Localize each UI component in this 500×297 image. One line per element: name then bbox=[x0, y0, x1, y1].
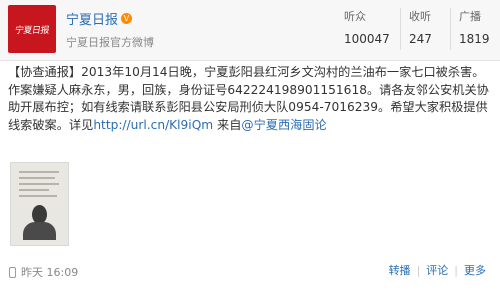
document-line bbox=[19, 195, 57, 197]
document-line bbox=[19, 189, 49, 191]
stat-listeners[interactable]: 听众 100047 bbox=[336, 8, 400, 50]
post-image-thumbnail[interactable] bbox=[10, 162, 69, 246]
mobile-icon bbox=[9, 266, 16, 278]
post-footer: 昨天 16:09 转播 | 评论 | 更多 bbox=[0, 256, 500, 297]
document-line bbox=[19, 177, 55, 179]
post-link[interactable]: http://url.cn/Kl9iQm bbox=[93, 118, 213, 132]
account-description: 宁夏日报官方微博 bbox=[66, 36, 154, 49]
account-name[interactable]: 宁夏日报 bbox=[66, 9, 118, 28]
more-button[interactable]: 更多 bbox=[458, 262, 492, 278]
verified-icon: V bbox=[121, 13, 133, 24]
stat-value: 247 bbox=[409, 32, 432, 46]
post-actions: 转播 | 评论 | 更多 bbox=[383, 262, 492, 278]
account-avatar[interactable]: 宁夏日报 bbox=[8, 5, 56, 53]
account-header: 宁夏日报 宁夏日报 V 宁夏日报官方微博 听众 100047 收听 247 广播… bbox=[0, 0, 500, 61]
portrait-shoulders bbox=[23, 222, 56, 240]
post-source-label: 来自 bbox=[213, 117, 242, 132]
repost-button[interactable]: 转播 bbox=[383, 262, 417, 278]
document-line bbox=[19, 183, 59, 185]
post-mention[interactable]: @宁夏西海固论 bbox=[241, 118, 326, 132]
stat-label: 收听 bbox=[409, 10, 431, 23]
stat-value: 1819 bbox=[459, 32, 490, 46]
logo-text: 宁夏日报 bbox=[14, 25, 50, 36]
stat-value: 100047 bbox=[344, 32, 390, 46]
comment-button[interactable]: 评论 bbox=[420, 262, 454, 278]
account-stats: 听众 100047 收听 247 广播 1819 bbox=[336, 8, 500, 50]
post-time: 昨天 16:09 bbox=[9, 264, 78, 280]
document-line bbox=[19, 171, 59, 173]
stat-label: 广播 bbox=[459, 10, 481, 23]
account-name-row[interactable]: 宁夏日报 V bbox=[66, 9, 133, 28]
stat-label: 听众 bbox=[344, 10, 366, 23]
stat-following[interactable]: 收听 247 bbox=[400, 8, 450, 50]
stat-broadcasts[interactable]: 广播 1819 bbox=[450, 8, 500, 50]
post-body: 【协查通报】2013年10月14日晚，宁夏彭阳县红河乡文沟村的兰油布一家七口被杀… bbox=[8, 64, 494, 134]
post-timestamp: 昨天 16:09 bbox=[21, 266, 79, 279]
